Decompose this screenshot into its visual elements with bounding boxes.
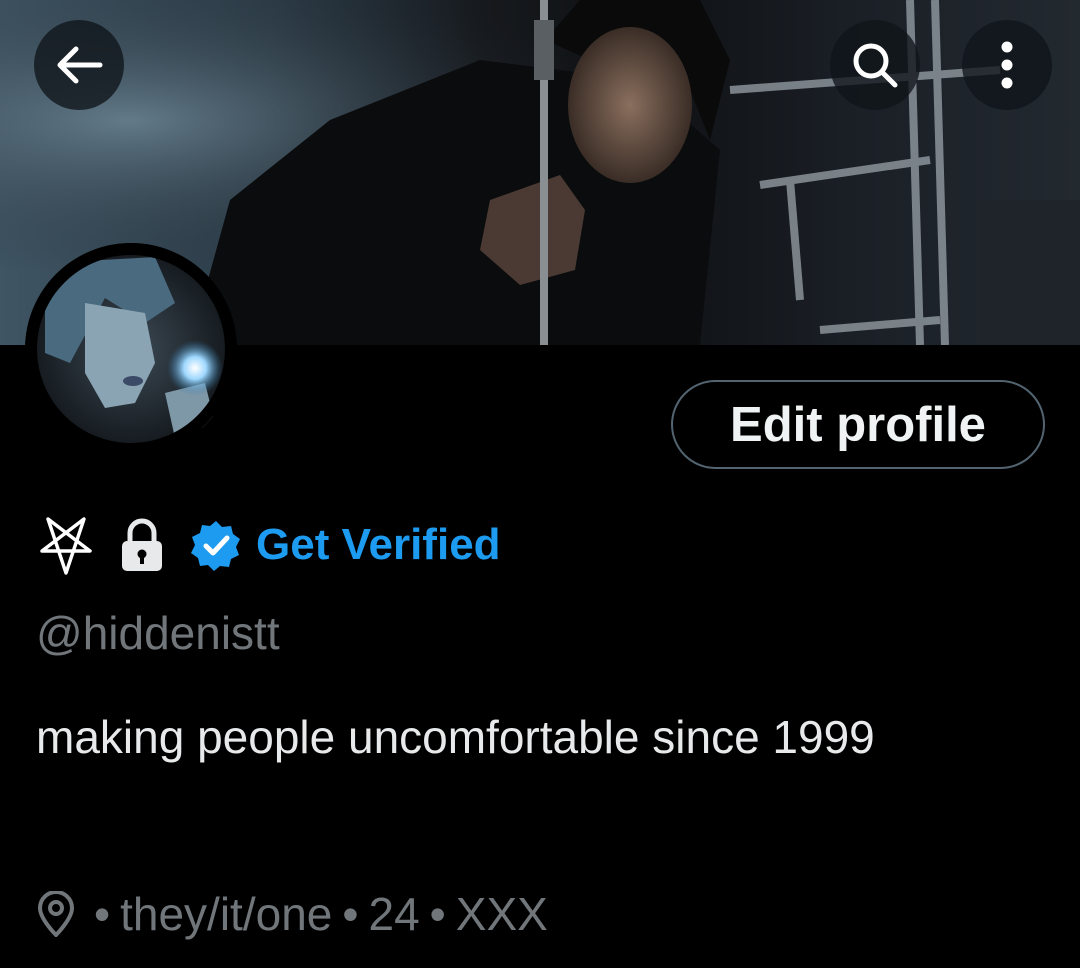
search-button[interactable] <box>830 20 920 110</box>
avatar-image <box>25 243 237 455</box>
edit-profile-button[interactable]: Edit profile <box>671 380 1045 469</box>
location-pin-icon <box>36 891 76 937</box>
meta-text: XXX <box>455 888 548 940</box>
meta-age: 24 <box>368 888 420 940</box>
verified-badge-icon[interactable] <box>190 519 242 571</box>
more-vertical-icon <box>1001 41 1013 89</box>
meta-separator: • <box>94 888 111 940</box>
avatar[interactable] <box>25 243 237 455</box>
meta-pronouns: they/it/one <box>120 888 333 940</box>
meta-separator: • <box>342 888 359 940</box>
lock-icon <box>118 517 166 573</box>
search-icon <box>853 43 898 88</box>
meta-separator: • <box>429 888 446 940</box>
get-verified-link[interactable]: Get Verified <box>256 520 501 570</box>
back-button[interactable] <box>34 20 124 110</box>
more-options-button[interactable] <box>962 20 1052 110</box>
display-name-row: Get Verified <box>34 510 501 580</box>
profile-handle: @hiddenistt <box>36 607 280 659</box>
arrow-left-icon <box>57 46 103 84</box>
profile-bio: making people uncomfortable since 1999 <box>36 711 875 763</box>
pentagram-icon <box>34 513 98 577</box>
profile-meta-row: • they/it/one • 24 • XXX <box>36 880 558 948</box>
